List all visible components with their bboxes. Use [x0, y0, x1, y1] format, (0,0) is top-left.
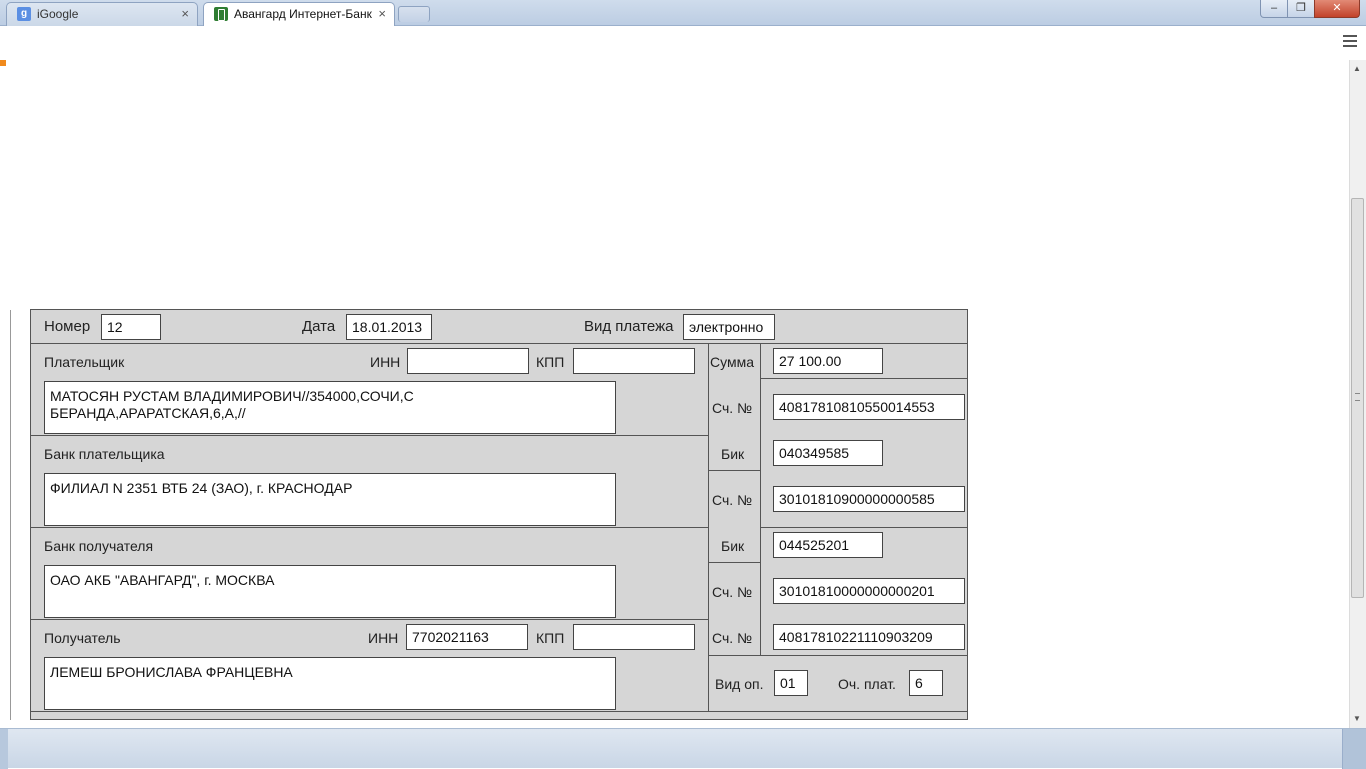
recipient-name-box[interactable]: ЛЕМЕШ БРОНИСЛАВА ФРАНЦЕВНА — [44, 657, 616, 710]
left-border-line — [10, 310, 11, 720]
payer-inn-label: ИНН — [370, 354, 401, 370]
payment-type-field[interactable]: электронно — [683, 314, 775, 340]
sum-label: Сумма — [710, 354, 754, 370]
priority-label: Оч. плат. — [838, 676, 896, 692]
browser-titlebar: g iGoogle × Авангард Интернет-Банк × – ❐… — [0, 0, 1366, 26]
new-tab-button[interactable] — [398, 6, 430, 22]
date-field[interactable]: 18.01.2013 — [346, 314, 432, 340]
row-divider — [760, 378, 967, 379]
recipient-bank-name-box[interactable]: ОАО АКБ "АВАНГАРД", г. МОСКВА — [44, 565, 616, 618]
payer-bank-account-field[interactable]: 30101810900000000585 — [773, 486, 965, 512]
recipient-account-field[interactable]: 40817810221110903209 — [773, 624, 965, 650]
page-edge-marker — [0, 60, 6, 66]
close-window-button[interactable]: ✕ — [1314, 0, 1360, 18]
row-divider — [31, 527, 708, 528]
payer-bank-bik-field[interactable]: 040349585 — [773, 440, 883, 466]
payment-type-label: Вид платежа — [584, 318, 674, 335]
number-label: Номер — [44, 318, 91, 335]
payer-bank-label: Банк плательщика — [44, 446, 165, 462]
column-divider — [708, 343, 709, 711]
number-field[interactable]: 12 — [101, 314, 161, 340]
minimize-button[interactable]: – — [1260, 0, 1288, 18]
google-g-icon: g — [17, 7, 31, 21]
tab-label: iGoogle — [37, 7, 79, 21]
row-divider — [760, 527, 967, 528]
payer-label: Плательщик — [44, 354, 125, 370]
payer-account-label: Сч. № — [712, 400, 753, 416]
recipient-bank-label: Банк получателя — [44, 538, 154, 554]
recipient-bank-bik-field[interactable]: 044525201 — [773, 532, 883, 558]
date-label: Дата — [302, 318, 336, 335]
column-divider — [760, 343, 761, 655]
scrollbar-grip-icon — [1355, 393, 1360, 401]
recipient-account-label: Сч. № — [712, 630, 753, 646]
op-type-label: Вид оп. — [715, 676, 764, 692]
tab-label: Авангард Интернет-Банк — [234, 7, 372, 21]
payer-name-line: МАТОСЯН РУСТАМ ВЛАДИМИРОВИЧ//354000,СОЧИ… — [50, 388, 414, 404]
recipient-bank-account-label: Сч. № — [712, 584, 753, 600]
recipient-inn-label: ИНН — [368, 630, 399, 646]
recipient-kpp-field[interactable] — [573, 624, 695, 650]
recipient-bank-bik-label: Бик — [721, 538, 745, 554]
recipient-label: Получатель — [44, 630, 121, 646]
taskbar — [0, 728, 1366, 769]
payer-bank-bik-label: Бик — [721, 446, 745, 462]
payer-kpp-field[interactable] — [573, 348, 695, 374]
tab-avangard-bank[interactable]: Авангард Интернет-Банк × — [203, 2, 395, 26]
close-tab-icon[interactable]: × — [181, 3, 189, 25]
row-divider — [31, 711, 967, 712]
close-tab-icon[interactable]: × — [378, 3, 386, 25]
payer-name-box[interactable]: МАТОСЯН РУСТАМ ВЛАДИМИРОВИЧ//354000,СОЧИ… — [44, 381, 616, 434]
row-divider — [708, 562, 760, 563]
priority-field[interactable]: 6 — [909, 670, 943, 696]
taskbar-start-edge[interactable] — [0, 729, 8, 769]
bank-door-icon — [214, 7, 228, 21]
scroll-down-arrow-icon[interactable]: ▼ — [1353, 714, 1361, 723]
payer-bank-name-box[interactable]: ФИЛИАЛ N 2351 ВТБ 24 (ЗАО), г. КРАСНОДАР — [44, 473, 616, 526]
payer-address-line: БЕРАНДА,АРАРАТСКАЯ,6,А,// — [50, 405, 246, 421]
show-desktop-button[interactable] — [1342, 729, 1366, 769]
maximize-button[interactable]: ❐ — [1287, 0, 1315, 18]
row-divider — [31, 343, 967, 344]
row-divider — [708, 470, 760, 471]
op-type-field[interactable]: 01 — [774, 670, 808, 696]
payer-kpp-label: КПП — [536, 354, 565, 370]
payer-bank-account-label: Сч. № — [712, 492, 753, 508]
payer-account-field[interactable]: 40817810810550014553 — [773, 394, 965, 420]
sum-field[interactable]: 27 100.00 — [773, 348, 883, 374]
row-divider — [31, 619, 708, 620]
recipient-inn-field[interactable]: 7702021163 — [406, 624, 528, 650]
recipient-kpp-label: КПП — [536, 630, 565, 646]
row-divider — [708, 655, 967, 656]
payment-order-form: Номер 12 Дата 18.01.2013 Вид платежа эле… — [30, 309, 968, 720]
row-divider — [31, 435, 708, 436]
tab-igoogle[interactable]: g iGoogle × — [6, 2, 198, 26]
menu-icon[interactable] — [1343, 35, 1357, 49]
payer-inn-field[interactable] — [407, 348, 529, 374]
scroll-up-arrow-icon[interactable]: ▲ — [1353, 64, 1361, 73]
recipient-bank-account-field[interactable]: 30101810000000000201 — [773, 578, 965, 604]
